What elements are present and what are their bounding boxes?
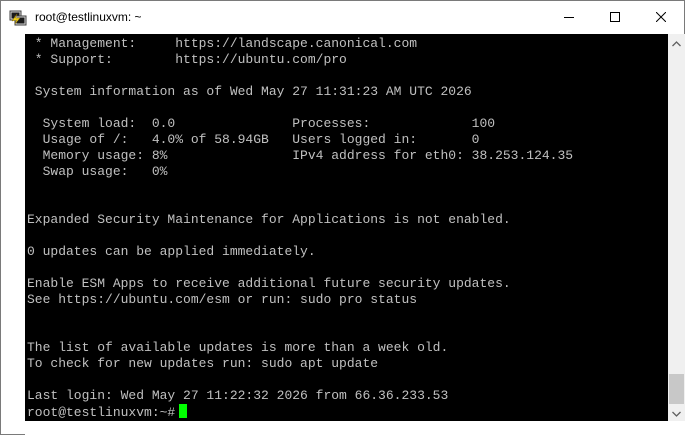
- putty-icon[interactable]: [9, 9, 27, 26]
- maximize-icon: [610, 9, 620, 27]
- text-cursor: [179, 404, 188, 418]
- terminal-line: Memory usage: 8% IPv4 address for eth0: …: [27, 148, 574, 163]
- terminal-line: Expanded Security Maintenance for Applic…: [27, 212, 511, 227]
- window-title: root@testlinuxvm: ~: [35, 10, 142, 24]
- chevron-down-icon: [672, 404, 681, 422]
- terminal-line: * Management: https://landscape.canonica…: [27, 36, 418, 51]
- title-bar[interactable]: root@testlinuxvm: ~: [1, 1, 684, 34]
- prompt-line[interactable]: root@testlinuxvm:~#: [27, 404, 573, 420]
- terminal-line: Last login: Wed May 27 11:22:32 2026 fro…: [27, 388, 449, 403]
- terminal-line: * Support: https://ubuntu.com/pro: [27, 52, 347, 67]
- terminal-line: To check for new updates run: sudo apt u…: [27, 356, 379, 371]
- terminal-line: System load: 0.0 Processes: 100: [27, 116, 496, 131]
- close-icon: [655, 9, 667, 27]
- terminal-output[interactable]: * Management: https://landscape.canonica…: [25, 34, 668, 421]
- maximize-button[interactable]: [592, 1, 638, 34]
- terminal-line: Enable ESM Apps to receive additional fu…: [27, 276, 511, 291]
- shell-prompt: root@testlinuxvm:~#: [27, 405, 176, 420]
- minimize-button[interactable]: [546, 1, 592, 34]
- terminal-line: 0 updates can be applied immediately.: [27, 244, 316, 259]
- vertical-scrollbar[interactable]: [668, 34, 685, 421]
- scrollbar-thumb[interactable]: [669, 374, 684, 404]
- terminal-lines: * Management: https://landscape.canonica…: [27, 36, 573, 420]
- window-frame-left: [1, 34, 25, 434]
- scroll-up-button[interactable]: [668, 34, 685, 51]
- terminal-line: Swap usage: 0%: [27, 164, 168, 179]
- terminal-window: root@testlinuxvm: ~ * Management: https:…: [0, 0, 685, 435]
- chevron-up-icon: [672, 34, 681, 52]
- window-frame-bottom: [25, 421, 685, 435]
- close-button[interactable]: [638, 1, 684, 34]
- terminal-line: Usage of /: 4.0% of 58.94GB Users logged…: [27, 132, 480, 147]
- scroll-down-button[interactable]: [668, 404, 685, 421]
- terminal-line: The list of available updates is more th…: [27, 340, 449, 355]
- terminal-line: System information as of Wed May 27 11:3…: [27, 84, 472, 99]
- minimize-icon: [564, 9, 574, 27]
- terminal-line: See https://ubuntu.com/esm or run: sudo …: [27, 292, 418, 307]
